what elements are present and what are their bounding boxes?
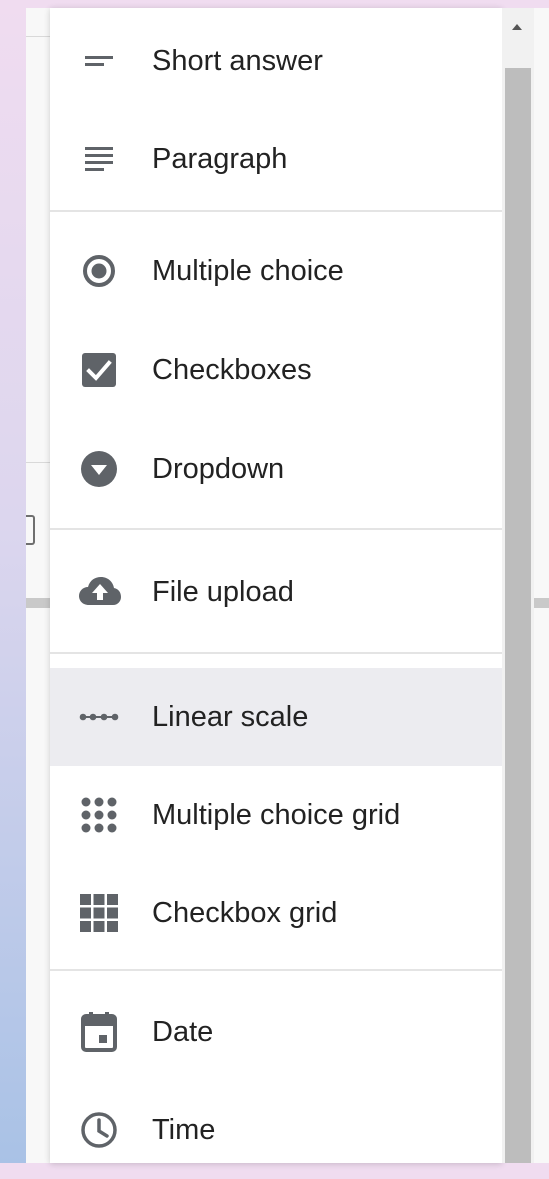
cloud-upload-icon	[79, 577, 121, 605]
dropdown-icon	[81, 451, 117, 487]
menu-divider	[50, 528, 502, 530]
short-answer-icon	[85, 56, 113, 66]
background-question-box	[26, 515, 35, 545]
menu-item-label: Paragraph	[152, 142, 288, 175]
menu-item-paragraph[interactable]: Paragraph	[50, 110, 502, 208]
menu-item-label: File upload	[152, 575, 294, 608]
radio-button-icon	[83, 255, 115, 287]
menu-item-multiple-choice-grid[interactable]: Multiple choice grid	[50, 766, 502, 864]
background-divider	[26, 36, 50, 37]
menu-divider	[50, 969, 502, 971]
menu-divider	[50, 652, 502, 654]
checkbox-icon	[82, 353, 116, 387]
menu-item-label: Multiple choice	[152, 254, 344, 287]
paragraph-icon	[85, 147, 113, 171]
checkbox-grid-icon	[80, 894, 118, 932]
question-type-menu: Short answer Paragraph Multiple choice C…	[50, 8, 502, 1163]
menu-item-label: Checkbox grid	[152, 896, 338, 929]
menu-item-label: Short answer	[152, 44, 323, 77]
menu-item-checkbox-grid[interactable]: Checkbox grid	[50, 864, 502, 962]
menu-item-label: Multiple choice grid	[152, 798, 401, 831]
calendar-icon	[81, 1012, 117, 1052]
background-shade	[26, 598, 50, 608]
scroll-up-arrow-icon[interactable]	[512, 24, 522, 30]
scrollbar-thumb[interactable]	[505, 68, 531, 1163]
menu-item-checkboxes[interactable]: Checkboxes	[50, 321, 502, 419]
menu-item-dropdown[interactable]: Dropdown	[50, 420, 502, 518]
clock-icon	[81, 1112, 117, 1148]
menu-item-linear-scale[interactable]: Linear scale	[50, 668, 502, 766]
menu-item-label: Linear scale	[152, 700, 309, 733]
menu-item-label: Time	[152, 1113, 216, 1146]
linear-scale-icon	[79, 713, 119, 721]
background-divider	[26, 462, 50, 463]
menu-item-time[interactable]: Time	[50, 1081, 502, 1179]
menu-scrollbar[interactable]	[502, 8, 534, 1163]
menu-item-multiple-choice[interactable]: Multiple choice	[50, 222, 502, 320]
radio-grid-icon	[81, 797, 117, 833]
menu-item-short-answer[interactable]: Short answer	[50, 12, 502, 110]
menu-item-label: Dropdown	[152, 452, 285, 485]
background-shade	[534, 598, 549, 608]
menu-item-label: Checkboxes	[152, 353, 312, 386]
menu-item-date[interactable]: Date	[50, 983, 502, 1081]
menu-item-file-upload[interactable]: File upload	[50, 543, 502, 641]
menu-divider	[50, 210, 502, 212]
menu-item-label: Date	[152, 1015, 214, 1048]
